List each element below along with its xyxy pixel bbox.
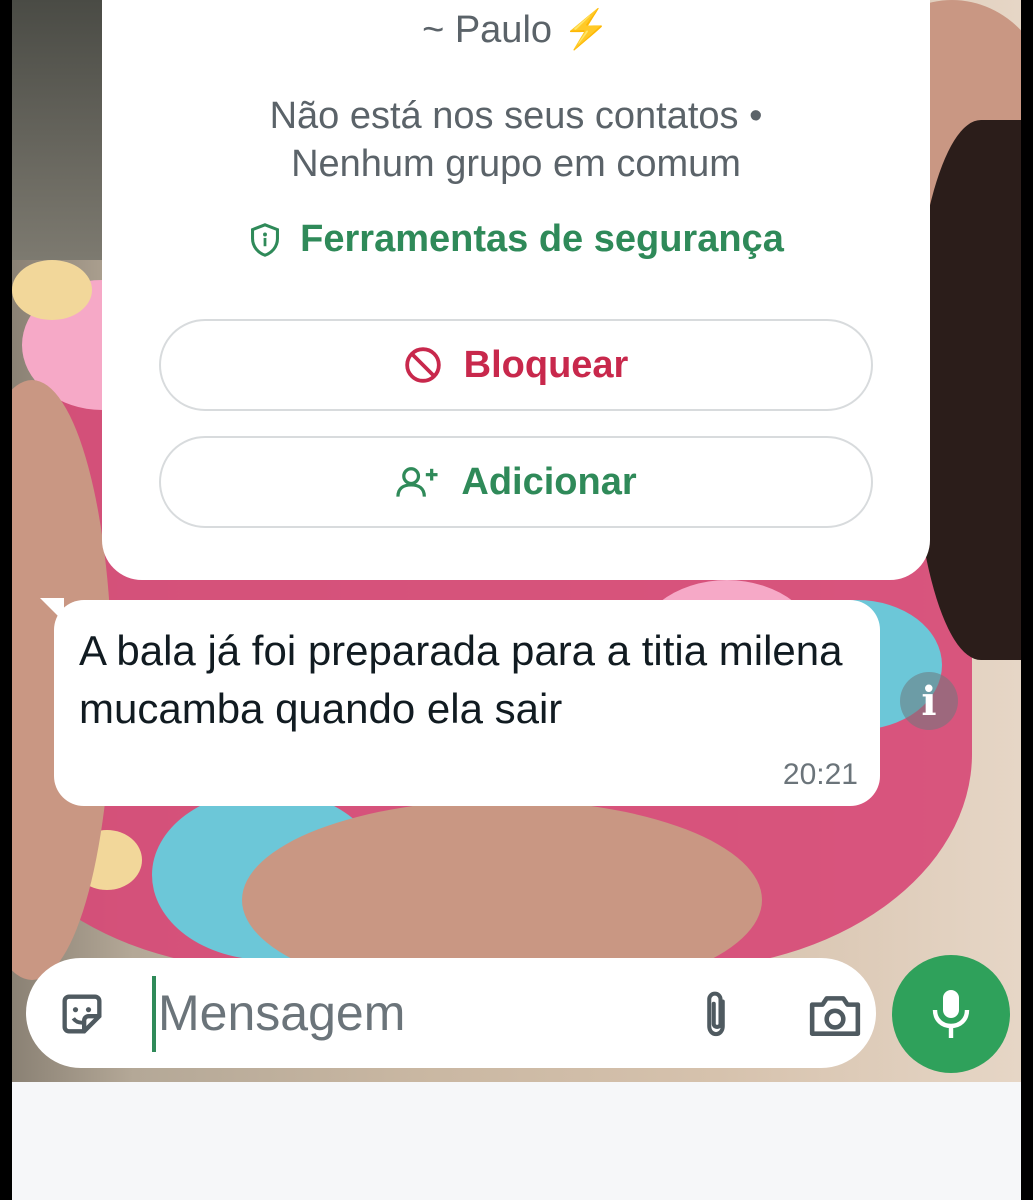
no-groups-text: Nenhum grupo em comum xyxy=(291,143,741,185)
add-contact-button[interactable]: Adicionar xyxy=(159,436,873,528)
block-icon xyxy=(404,347,441,383)
message-text: A bala já foi preparada para a titia mil… xyxy=(79,627,843,732)
not-in-contacts-text: Não está nos seus contatos • xyxy=(269,95,763,137)
message-input[interactable]: Mensagem xyxy=(158,982,405,1044)
voice-message-button[interactable] xyxy=(892,955,1010,1073)
lightning-emoji: ⚡ xyxy=(562,9,610,51)
shield-icon xyxy=(251,222,280,257)
add-contact-icon xyxy=(396,467,438,497)
contact-status: Não está nos seus contatos • Nenhum grup… xyxy=(102,92,930,188)
info-icon[interactable]: i xyxy=(900,672,958,730)
incoming-message-bubble[interactable]: A bala já foi preparada para a titia mil… xyxy=(54,600,880,806)
safety-tools-link[interactable]: Ferramentas de segurança xyxy=(102,218,930,261)
message-composer[interactable]: Mensagem xyxy=(26,958,876,1068)
contact-info-card: ~ Paulo ⚡ Não está nos seus contatos • N… xyxy=(102,0,930,580)
text-cursor xyxy=(152,976,156,1052)
camera-icon[interactable] xyxy=(808,992,862,1038)
paperclip-icon[interactable] xyxy=(696,988,736,1042)
block-button[interactable]: Bloquear xyxy=(159,319,873,411)
chat-screen: ~ Paulo ⚡ Não está nos seus contatos • N… xyxy=(12,0,1021,1200)
message-time: 20:21 xyxy=(782,758,858,791)
contact-name: ~ Paulo ⚡ xyxy=(422,9,610,51)
microphone-icon xyxy=(932,990,970,1038)
sticker-icon[interactable] xyxy=(56,988,108,1040)
